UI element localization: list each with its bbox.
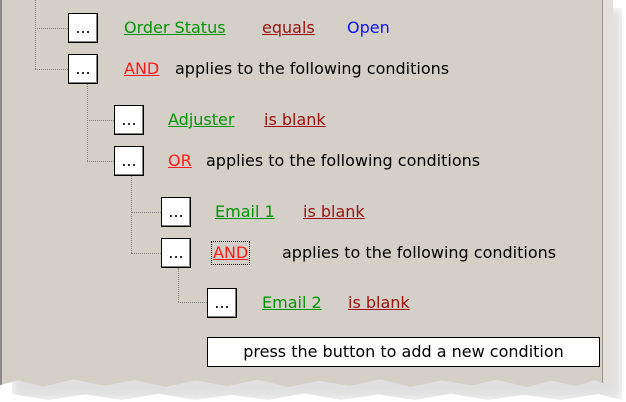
tree-connector: [178, 268, 179, 302]
tree-connector: [35, 0, 36, 69]
operator-link-is-blank[interactable]: is blank: [264, 110, 326, 130]
tree-connector: [131, 176, 132, 253]
tree-connector: [131, 212, 161, 213]
field-link-order-status[interactable]: Order Status: [124, 18, 226, 38]
field-link-email-1[interactable]: Email 1: [215, 202, 275, 222]
logic-link-and-focused[interactable]: AND: [210, 241, 251, 265]
tree-connector: [87, 84, 88, 161]
group-description: applies to the following conditions: [206, 151, 481, 170]
group-description: applies to the following conditions: [175, 59, 450, 78]
operator-link-is-blank[interactable]: is blank: [348, 293, 410, 313]
row-options-button[interactable]: ...: [161, 238, 191, 268]
logic-link-or[interactable]: OR: [168, 151, 192, 171]
value-link-open[interactable]: Open: [347, 18, 390, 38]
tree-connector: [87, 161, 114, 162]
row-options-button[interactable]: ...: [68, 13, 98, 43]
group-description: applies to the following conditions: [282, 243, 557, 262]
row-options-button[interactable]: ...: [114, 105, 144, 135]
tree-connector: [131, 253, 161, 254]
row-options-button[interactable]: ...: [207, 288, 237, 318]
row-options-button[interactable]: ...: [161, 197, 191, 227]
operator-link-is-blank[interactable]: is blank: [303, 202, 365, 222]
add-condition-button[interactable]: press the button to add a new condition: [207, 337, 600, 367]
tree-connector: [87, 120, 114, 121]
logic-link-and[interactable]: AND: [124, 59, 159, 79]
tree-connector: [35, 28, 68, 29]
field-link-adjuster[interactable]: Adjuster: [168, 110, 234, 130]
panel-left-edge: [0, 0, 2, 387]
tree-connector: [178, 302, 207, 303]
row-options-button[interactable]: ...: [68, 54, 98, 84]
condition-tree-panel: ... Order Status equals Open ... AND app…: [0, 0, 613, 387]
field-link-email-2[interactable]: Email 2: [262, 293, 322, 313]
scrollbar-strip[interactable]: [602, 0, 613, 387]
operator-link-equals[interactable]: equals: [262, 18, 315, 38]
screenshot-stage: ... Order Status equals Open ... AND app…: [0, 0, 626, 402]
tree-connector: [35, 69, 68, 70]
row-options-button[interactable]: ...: [114, 146, 144, 176]
